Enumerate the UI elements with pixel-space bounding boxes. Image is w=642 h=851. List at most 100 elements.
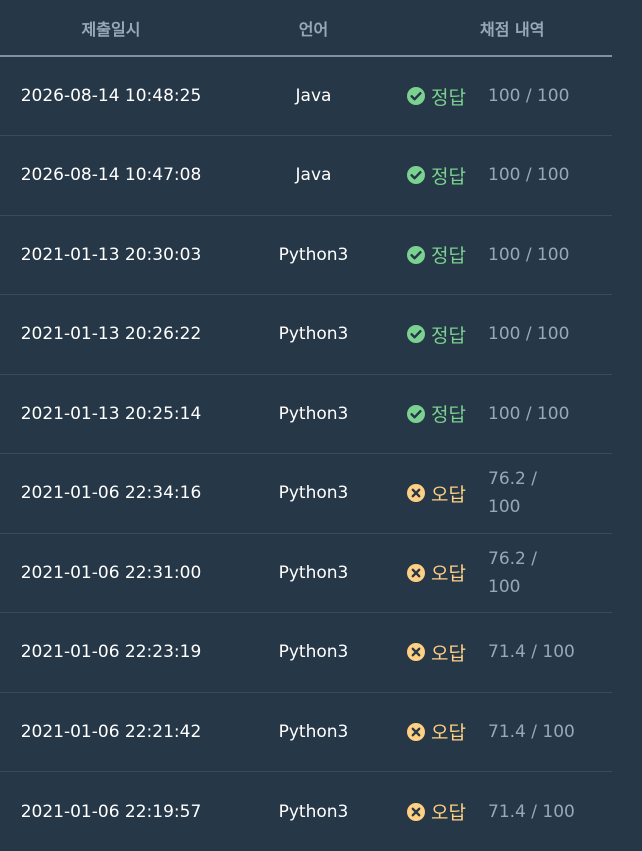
status-label: 정답: [431, 241, 466, 268]
status-badge: 정답: [405, 241, 488, 268]
submission-result-cell: 정답 100 / 100: [405, 136, 612, 216]
table-row[interactable]: 2021-01-06 22:34:16Python3오답76.2 /100: [0, 454, 612, 534]
submission-date: 2021-01-13 20:26:22: [0, 295, 222, 375]
x-circle-icon: [406, 722, 426, 742]
score-line-1: 71.4 / 100: [488, 638, 578, 666]
submission-date: 2021-01-06 22:34:16: [0, 454, 222, 534]
table-row[interactable]: 2021-01-06 22:23:19Python3 오답 71.4 / 100: [0, 613, 612, 693]
submission-result-cell: 정답 100 / 100: [405, 295, 612, 375]
score-line-1: 100 / 100: [488, 241, 578, 269]
table-row[interactable]: 2026-08-14 10:47:08Java 정답 100 / 100: [0, 136, 612, 216]
result-group: 정답 100 / 100: [405, 400, 612, 428]
status-label: 정답: [431, 400, 466, 427]
submission-date: 2021-01-06 22:31:00: [0, 533, 222, 613]
status-label: 오답: [431, 480, 466, 507]
table-row[interactable]: 2021-01-06 22:31:00Python3 오답 76.2 /100: [0, 533, 612, 613]
submission-language: Python3: [222, 374, 405, 454]
submission-result-cell: 오답 76.2 /100: [405, 533, 612, 613]
score-text: 76.2 /100: [488, 545, 578, 601]
score-text: 76.2 /100: [488, 465, 578, 521]
submission-language: Python3: [222, 215, 405, 295]
result-group: 오답 76.2 /100: [405, 545, 612, 601]
submission-date: 2021-01-13 20:25:14: [0, 374, 222, 454]
status-badge: 정답: [405, 162, 488, 189]
x-circle-icon: [406, 563, 426, 583]
x-circle-icon: [406, 483, 426, 503]
score-text: 71.4 / 100: [488, 638, 578, 666]
scroll-gutter: [612, 0, 642, 837]
header-date: 제출일시: [0, 0, 222, 56]
table-row[interactable]: 2021-01-06 22:19:57Python3오답71.4 / 100: [0, 772, 612, 851]
score-line-1: 100 / 100: [488, 400, 578, 428]
status-label: 정답: [431, 321, 466, 348]
check-circle-icon: [406, 404, 426, 424]
submission-history-panel: 제출일시 언어 채점 내역 2026-08-14 10:48:25Java 정답 1…: [0, 0, 612, 837]
score-line-2: 100: [488, 493, 578, 521]
status-label: 오답: [431, 718, 466, 745]
status-label: 정답: [431, 162, 466, 189]
score-text: 100 / 100: [488, 320, 578, 348]
score-line-1: 76.2 /: [488, 545, 578, 573]
submission-result-cell: 오답 76.2 /100: [405, 454, 612, 534]
score-text: 100 / 100: [488, 241, 578, 269]
submission-result-cell: 정답 100 / 100: [405, 215, 612, 295]
result-group: 오답 71.4 / 100: [405, 718, 612, 746]
check-circle-icon: [406, 165, 426, 185]
submission-language: Java: [222, 56, 405, 136]
score-line-1: 71.4 / 100: [488, 718, 578, 746]
status-badge: 정답: [405, 83, 488, 110]
result-group: 정답 100 / 100: [405, 320, 612, 348]
submission-date: 2026-08-14 10:47:08: [0, 136, 222, 216]
score-line-1: 100 / 100: [488, 161, 578, 189]
submission-date: 2021-01-06 22:21:42: [0, 692, 222, 772]
submission-table: 제출일시 언어 채점 내역 2026-08-14 10:48:25Java 정답 1…: [0, 0, 612, 851]
status-badge: 오답: [405, 480, 488, 507]
table-row[interactable]: 2021-01-13 20:30:03Python3 정답 100 / 100: [0, 215, 612, 295]
submission-language: Python3: [222, 533, 405, 613]
status-badge: 오답: [405, 559, 488, 586]
table-header-row: 제출일시 언어 채점 내역: [0, 0, 612, 56]
status-badge: 정답: [405, 400, 488, 427]
score-text: 100 / 100: [488, 161, 578, 189]
score-text: 71.4 / 100: [488, 798, 578, 826]
header-result: 채점 내역: [405, 0, 612, 56]
table-row[interactable]: 2026-08-14 10:48:25Java 정답 100 / 100: [0, 56, 612, 136]
check-circle-icon: [406, 245, 426, 265]
result-group: 오답 76.2 /100: [405, 465, 612, 521]
submission-language: Java: [222, 136, 405, 216]
result-group: 정답 100 / 100: [405, 82, 612, 110]
score-line-1: 76.2 /: [488, 465, 578, 493]
score-line-1: 100 / 100: [488, 82, 578, 110]
submission-result-cell: 오답71.4 / 100: [405, 772, 612, 851]
result-group: 오답 71.4 / 100: [405, 638, 612, 666]
result-group: 정답 100 / 100: [405, 241, 612, 269]
submission-result-cell: 오답 71.4 / 100: [405, 613, 612, 693]
check-circle-icon: [406, 86, 426, 106]
submission-result-cell: 오답 71.4 / 100: [405, 692, 612, 772]
table-row[interactable]: 2021-01-13 20:26:22Python3 정답 100 / 100: [0, 295, 612, 375]
status-label: 오답: [431, 559, 466, 586]
submission-result-cell: 정답 100 / 100: [405, 56, 612, 136]
submission-language: Python3: [222, 295, 405, 375]
x-circle-icon: [406, 802, 426, 822]
x-circle-icon: [406, 642, 426, 662]
status-badge: 오답: [405, 718, 488, 745]
submission-language: Python3: [222, 613, 405, 693]
submission-rows: 2026-08-14 10:48:25Java정답100 / 1002026-0…: [0, 56, 612, 851]
result-group: 오답71.4 / 100: [405, 798, 612, 826]
status-label: 오답: [431, 639, 466, 666]
submission-date: 2021-01-06 22:19:57: [0, 772, 222, 851]
header-language: 언어: [222, 0, 405, 56]
status-label: 정답: [431, 83, 466, 110]
submission-date: 2021-01-13 20:30:03: [0, 215, 222, 295]
submission-date: 2021-01-06 22:23:19: [0, 613, 222, 693]
status-badge: 정답: [405, 321, 488, 348]
submission-language: Python3: [222, 772, 405, 851]
score-text: 100 / 100: [488, 82, 578, 110]
score-text: 100 / 100: [488, 400, 578, 428]
header-result-label: 채점 내역: [405, 16, 544, 40]
submission-date: 2026-08-14 10:48:25: [0, 56, 222, 136]
table-row[interactable]: 2021-01-06 22:21:42Python3오답71.4 / 100: [0, 692, 612, 772]
submission-result-cell: 정답 100 / 100: [405, 374, 612, 454]
table-row[interactable]: 2021-01-13 20:25:14Python3 정답 100 / 100: [0, 374, 612, 454]
